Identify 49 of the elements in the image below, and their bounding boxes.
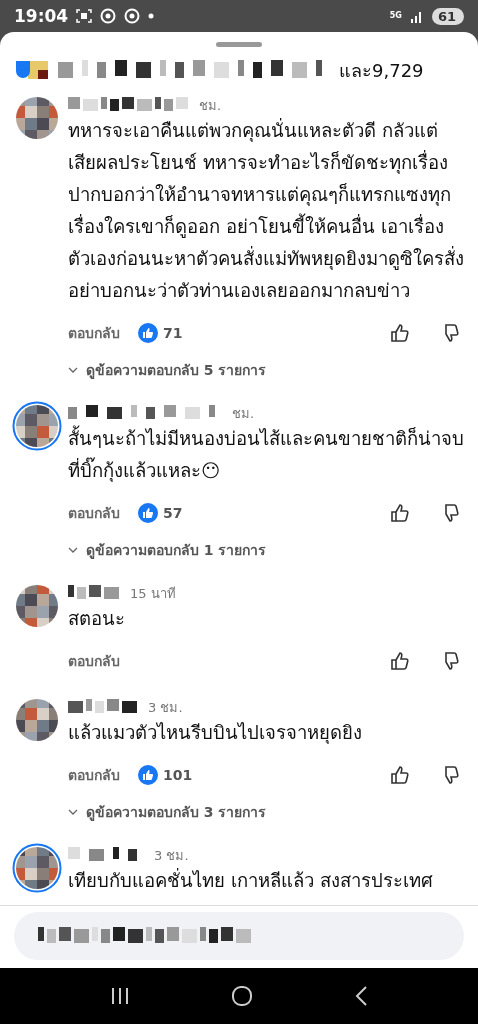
chevron-down-icon bbox=[68, 547, 78, 553]
signal-icon bbox=[409, 9, 424, 23]
chrome-icon bbox=[100, 8, 117, 24]
reply-link[interactable]: ตอบกลับ bbox=[68, 650, 120, 672]
dot-icon bbox=[148, 13, 155, 19]
comment-time: 3 ชม. bbox=[154, 846, 189, 865]
redacted-name bbox=[68, 585, 122, 601]
battery-indicator: 61 bbox=[431, 7, 464, 25]
view-replies-link[interactable]: ดูข้อความตอบกลับ 3 รายการ bbox=[68, 801, 267, 835]
reply-link[interactable]: ตอบกลับ bbox=[68, 502, 120, 524]
like-count: 71 bbox=[163, 325, 183, 341]
comment-text: เทียบกับแอคชั่นไทย เกาหลีแล้ว สงสารประเทศ bbox=[68, 867, 434, 893]
avatar[interactable] bbox=[12, 401, 62, 451]
network-label: 5G bbox=[389, 12, 402, 20]
view-replies-link[interactable]: ดูข้อความตอบกลับ 1 รายการ bbox=[68, 539, 267, 573]
like-count: 101 bbox=[163, 767, 193, 783]
recent-apps-icon[interactable] bbox=[110, 987, 131, 1005]
home-icon[interactable] bbox=[231, 985, 253, 1007]
thumbs-up-icon[interactable] bbox=[390, 503, 410, 523]
like-icon bbox=[138, 503, 158, 523]
status-time: 19:04 bbox=[14, 6, 69, 26]
comment-text: สตอนะ bbox=[68, 607, 126, 631]
reaction-count[interactable]: และ9,729 bbox=[339, 55, 424, 85]
comment-text: แล้วแมวตัวไหนรีบบินไปเจรจาหยุดยิง bbox=[68, 721, 363, 746]
screenshot-icon bbox=[76, 8, 93, 24]
chevron-down-icon bbox=[68, 367, 78, 373]
reaction-icon bbox=[14, 59, 50, 81]
reply-link[interactable]: ตอบกลับ bbox=[68, 764, 120, 786]
thumbs-up-icon[interactable] bbox=[390, 323, 410, 343]
reply-link[interactable]: ตอบกลับ bbox=[68, 322, 120, 344]
comment-text: ทหารจะเอาคืนแต่พวกคุณนั่นแหละตัวดี กลัวแต่เสียผลประโยนช์ ทหารจะทำอะไรก็ขัดชะทุกเรื่อง ปากบอกว่าให้อำนาจทหารแต่คุณๆก็แทรกแซงทุกเรื่องใครเขาก็ดูออก อย่าโยนขี้ให้คนอื่น เอาเรื่องตัวเองก่อนนะหาตัวคนสั่งแม่ทัพหยุดยิงมาดูซิใครสั่ง อย่าบอกนะว่าตัวท่านเองเลยออกมากลบข่าว bbox=[68, 117, 464, 303]
back-icon[interactable] bbox=[353, 986, 368, 1006]
thumbs-up-icon[interactable] bbox=[390, 651, 410, 671]
avatar[interactable] bbox=[12, 843, 62, 893]
comment-field[interactable] bbox=[14, 912, 464, 960]
chrome-icon bbox=[124, 8, 141, 24]
chevron-down-icon bbox=[68, 809, 78, 815]
like-icon bbox=[138, 765, 158, 785]
drag-handle[interactable] bbox=[216, 42, 262, 47]
redacted-name bbox=[68, 699, 140, 715]
thumbs-up-icon[interactable] bbox=[390, 765, 410, 785]
comment-time: 15 นาที bbox=[130, 584, 176, 603]
like-count: 57 bbox=[163, 505, 183, 521]
comment-text: สั้นๆนะถ้าไม่มีหนองบ่อนไส้และคนขายชาติก็น่าจบที่บิ๊กกุ้งแล้วแหละ😶 bbox=[68, 423, 464, 487]
view-replies-link[interactable]: ดูข้อความตอบกลับ 5 รายการ bbox=[68, 359, 267, 393]
comment-time: ชม. bbox=[232, 404, 255, 423]
comment-time: 3 ชม. bbox=[148, 698, 183, 717]
like-icon bbox=[138, 323, 158, 343]
comment-time: ชม. bbox=[199, 96, 222, 115]
